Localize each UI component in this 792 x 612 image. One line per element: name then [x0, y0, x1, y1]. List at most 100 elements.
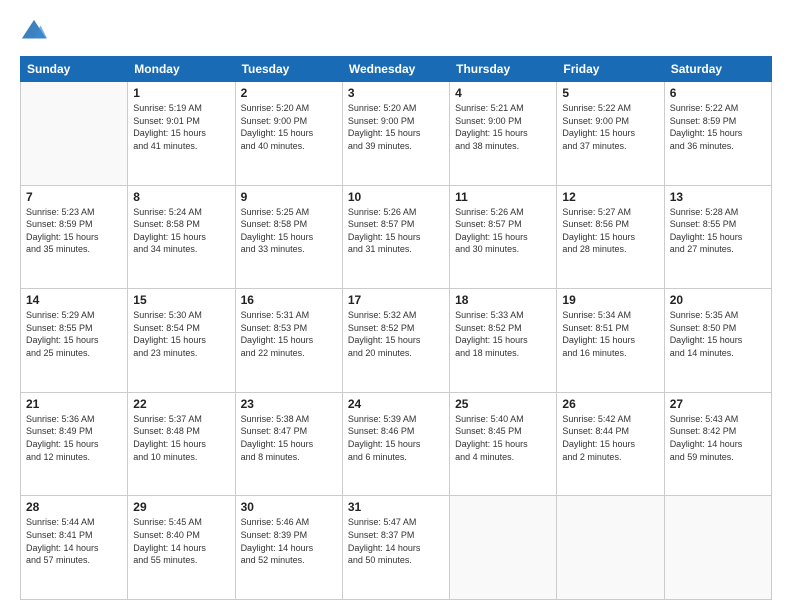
calendar-cell: 17 Sunrise: 5:32 AM Sunset: 8:52 PM Dayli…	[342, 289, 449, 393]
weekday-header-wednesday: Wednesday	[342, 57, 449, 82]
day-number: 17	[348, 293, 444, 307]
day-info: Sunrise: 5:36 AM Sunset: 8:49 PM Dayligh…	[26, 413, 122, 463]
calendar-cell: 12Sunrise: 5:27 AM Sunset: 8:56 PM Dayli…	[557, 185, 664, 289]
calendar-cell	[557, 496, 664, 600]
day-info: Sunrise: 5:24 AM Sunset: 8:58 PM Dayligh…	[133, 206, 229, 256]
day-info: Sunrise: 5:26 AM Sunset: 8:57 PM Dayligh…	[348, 206, 444, 256]
day-number: 11	[455, 190, 551, 204]
calendar-cell: 27 Sunrise: 5:43 AM Sunset: 8:42 PM Dayli…	[664, 392, 771, 496]
weekday-header-tuesday: Tuesday	[235, 57, 342, 82]
calendar-cell: 19 Sunrise: 5:34 AM Sunset: 8:51 PM Dayli…	[557, 289, 664, 393]
day-info: Sunrise: 5:22 AM Sunset: 9:00 PM Dayligh…	[562, 102, 658, 152]
day-number: 7	[26, 190, 122, 204]
day-info: Sunrise: 5:27 AM Sunset: 8:56 PM Dayligh…	[562, 206, 658, 256]
weekday-header-saturday: Saturday	[664, 57, 771, 82]
day-number: 8	[133, 190, 229, 204]
calendar-week-row: 21 Sunrise: 5:36 AM Sunset: 8:49 PM Dayli…	[21, 392, 772, 496]
calendar-cell: 22 Sunrise: 5:37 AM Sunset: 8:48 PM Dayli…	[128, 392, 235, 496]
calendar-cell: 7 Sunrise: 5:23 AM Sunset: 8:59 PM Daylig…	[21, 185, 128, 289]
day-number: 25	[455, 397, 551, 411]
weekday-header-thursday: Thursday	[450, 57, 557, 82]
calendar-cell: 4Sunrise: 5:21 AM Sunset: 9:00 PM Daylig…	[450, 82, 557, 186]
day-info: Sunrise: 5:26 AM Sunset: 8:57 PM Dayligh…	[455, 206, 551, 256]
calendar-cell	[21, 82, 128, 186]
calendar-cell: 2 Sunrise: 5:20 AM Sunset: 9:00 PM Daylig…	[235, 82, 342, 186]
calendar-cell: 3 Sunrise: 5:20 AM Sunset: 9:00 PM Daylig…	[342, 82, 449, 186]
day-info: Sunrise: 5:39 AM Sunset: 8:46 PM Dayligh…	[348, 413, 444, 463]
day-number: 24	[348, 397, 444, 411]
day-number: 2	[241, 86, 337, 100]
day-info: Sunrise: 5:31 AM Sunset: 8:53 PM Dayligh…	[241, 309, 337, 359]
calendar-cell: 11 Sunrise: 5:26 AM Sunset: 8:57 PM Dayli…	[450, 185, 557, 289]
calendar-cell: 24 Sunrise: 5:39 AM Sunset: 8:46 PM Dayli…	[342, 392, 449, 496]
day-number: 30	[241, 500, 337, 514]
weekday-header-friday: Friday	[557, 57, 664, 82]
calendar-cell: 30 Sunrise: 5:46 AM Sunset: 8:39 PM Dayli…	[235, 496, 342, 600]
logo	[20, 18, 52, 46]
day-info: Sunrise: 5:20 AM Sunset: 9:00 PM Dayligh…	[348, 102, 444, 152]
day-info: Sunrise: 5:34 AM Sunset: 8:51 PM Dayligh…	[562, 309, 658, 359]
day-info: Sunrise: 5:35 AM Sunset: 8:50 PM Dayligh…	[670, 309, 766, 359]
day-info: Sunrise: 5:44 AM Sunset: 8:41 PM Dayligh…	[26, 516, 122, 566]
day-number: 19	[562, 293, 658, 307]
calendar-cell: 5 Sunrise: 5:22 AM Sunset: 9:00 PM Daylig…	[557, 82, 664, 186]
calendar-cell: 25 Sunrise: 5:40 AM Sunset: 8:45 PM Dayli…	[450, 392, 557, 496]
calendar-cell: 29 Sunrise: 5:45 AM Sunset: 8:40 PM Dayli…	[128, 496, 235, 600]
day-number: 31	[348, 500, 444, 514]
day-info: Sunrise: 5:21 AM Sunset: 9:00 PM Dayligh…	[455, 102, 551, 152]
calendar-cell: 15 Sunrise: 5:30 AM Sunset: 8:54 PM Dayli…	[128, 289, 235, 393]
calendar-table: SundayMondayTuesdayWednesdayThursdayFrid…	[20, 56, 772, 600]
day-number: 9	[241, 190, 337, 204]
calendar-week-row: 7 Sunrise: 5:23 AM Sunset: 8:59 PM Daylig…	[21, 185, 772, 289]
day-info: Sunrise: 5:25 AM Sunset: 8:58 PM Dayligh…	[241, 206, 337, 256]
calendar-week-row: 1Sunrise: 5:19 AM Sunset: 9:01 PM Daylig…	[21, 82, 772, 186]
day-number: 23	[241, 397, 337, 411]
day-number: 20	[670, 293, 766, 307]
day-number: 18	[455, 293, 551, 307]
day-number: 16	[241, 293, 337, 307]
calendar-cell: 9 Sunrise: 5:25 AM Sunset: 8:58 PM Daylig…	[235, 185, 342, 289]
calendar-cell: 13 Sunrise: 5:28 AM Sunset: 8:55 PM Dayli…	[664, 185, 771, 289]
day-info: Sunrise: 5:38 AM Sunset: 8:47 PM Dayligh…	[241, 413, 337, 463]
logo-icon	[20, 18, 48, 46]
day-number: 22	[133, 397, 229, 411]
day-number: 27	[670, 397, 766, 411]
calendar-cell: 1Sunrise: 5:19 AM Sunset: 9:01 PM Daylig…	[128, 82, 235, 186]
calendar-cell: 31Sunrise: 5:47 AM Sunset: 8:37 PM Dayli…	[342, 496, 449, 600]
day-number: 6	[670, 86, 766, 100]
day-info: Sunrise: 5:45 AM Sunset: 8:40 PM Dayligh…	[133, 516, 229, 566]
day-info: Sunrise: 5:46 AM Sunset: 8:39 PM Dayligh…	[241, 516, 337, 566]
day-info: Sunrise: 5:43 AM Sunset: 8:42 PM Dayligh…	[670, 413, 766, 463]
calendar-cell: 28 Sunrise: 5:44 AM Sunset: 8:41 PM Dayli…	[21, 496, 128, 600]
day-info: Sunrise: 5:32 AM Sunset: 8:52 PM Dayligh…	[348, 309, 444, 359]
day-number: 29	[133, 500, 229, 514]
day-info: Sunrise: 5:37 AM Sunset: 8:48 PM Dayligh…	[133, 413, 229, 463]
day-number: 15	[133, 293, 229, 307]
day-info: Sunrise: 5:23 AM Sunset: 8:59 PM Dayligh…	[26, 206, 122, 256]
calendar-cell: 18 Sunrise: 5:33 AM Sunset: 8:52 PM Dayli…	[450, 289, 557, 393]
day-number: 14	[26, 293, 122, 307]
calendar-cell	[664, 496, 771, 600]
day-info: Sunrise: 5:20 AM Sunset: 9:00 PM Dayligh…	[241, 102, 337, 152]
day-info: Sunrise: 5:30 AM Sunset: 8:54 PM Dayligh…	[133, 309, 229, 359]
calendar-cell: 10Sunrise: 5:26 AM Sunset: 8:57 PM Dayli…	[342, 185, 449, 289]
calendar-week-row: 28 Sunrise: 5:44 AM Sunset: 8:41 PM Dayli…	[21, 496, 772, 600]
day-info: Sunrise: 5:33 AM Sunset: 8:52 PM Dayligh…	[455, 309, 551, 359]
day-info: Sunrise: 5:28 AM Sunset: 8:55 PM Dayligh…	[670, 206, 766, 256]
day-number: 28	[26, 500, 122, 514]
day-number: 5	[562, 86, 658, 100]
weekday-header-monday: Monday	[128, 57, 235, 82]
header	[20, 18, 772, 46]
day-info: Sunrise: 5:29 AM Sunset: 8:55 PM Dayligh…	[26, 309, 122, 359]
calendar-cell: 16 Sunrise: 5:31 AM Sunset: 8:53 PM Dayli…	[235, 289, 342, 393]
day-info: Sunrise: 5:22 AM Sunset: 8:59 PM Dayligh…	[670, 102, 766, 152]
day-number: 21	[26, 397, 122, 411]
calendar-week-row: 14 Sunrise: 5:29 AM Sunset: 8:55 PM Dayli…	[21, 289, 772, 393]
calendar-cell: 21 Sunrise: 5:36 AM Sunset: 8:49 PM Dayli…	[21, 392, 128, 496]
calendar-cell: 20 Sunrise: 5:35 AM Sunset: 8:50 PM Dayli…	[664, 289, 771, 393]
day-number: 13	[670, 190, 766, 204]
day-number: 3	[348, 86, 444, 100]
day-info: Sunrise: 5:42 AM Sunset: 8:44 PM Dayligh…	[562, 413, 658, 463]
calendar-cell: 6 Sunrise: 5:22 AM Sunset: 8:59 PM Daylig…	[664, 82, 771, 186]
day-info: Sunrise: 5:40 AM Sunset: 8:45 PM Dayligh…	[455, 413, 551, 463]
